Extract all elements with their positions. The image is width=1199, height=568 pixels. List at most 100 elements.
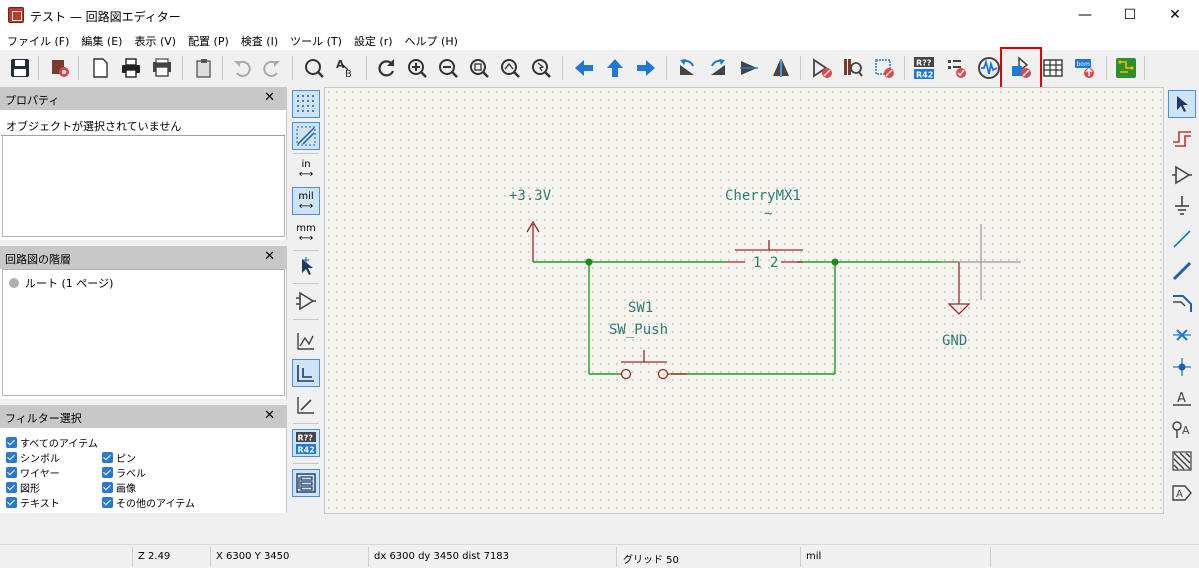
- add-no-connect-icon[interactable]: [1168, 321, 1196, 349]
- menu-help[interactable]: ヘルプ (H): [398, 30, 463, 50]
- add-bus-entry-icon[interactable]: [1168, 289, 1196, 317]
- schematic-canvas[interactable]: +3.3V CherryMX1 ~ 1 2 SW1 SW_Push GND: [324, 87, 1164, 514]
- symbol-library-browser-icon[interactable]: [839, 54, 867, 82]
- maximize-button[interactable]: ☐: [1107, 0, 1153, 30]
- properties-panel-title: プロパティ: [5, 94, 60, 107]
- properties-close-icon[interactable]: ✕: [264, 90, 275, 105]
- cherrymx1-symbol[interactable]: CherryMX1 ~ 1 2: [725, 188, 803, 271]
- select-tool-icon[interactable]: [1168, 90, 1196, 118]
- add-net-class-directive-icon[interactable]: A: [1168, 415, 1196, 443]
- rotate-ccw-icon[interactable]: [673, 54, 701, 82]
- hierarchy-navigator-icon[interactable]: [292, 469, 320, 497]
- save-icon[interactable]: [6, 54, 34, 82]
- filter-wires-checkbox[interactable]: ワイヤー: [6, 465, 60, 480]
- filter-all-items-checkbox[interactable]: すべてのアイテム: [6, 435, 98, 450]
- hierarchy-panel-title: 回路図の階層: [5, 253, 71, 266]
- hierarchy-close-icon[interactable]: ✕: [264, 249, 275, 264]
- grid-overrides-icon[interactable]: [292, 122, 320, 150]
- units-inches-button[interactable]: in ⟷: [292, 155, 320, 183]
- status-grid: グリッド 50: [623, 555, 679, 566]
- properties-empty-message: オブジェクトが選択されていません: [6, 120, 182, 133]
- add-label-icon[interactable]: A: [1168, 383, 1196, 411]
- add-hierarchical-label-icon[interactable]: A: [1168, 479, 1196, 507]
- redo-icon[interactable]: [258, 54, 286, 82]
- svg-text:R42: R42: [298, 446, 315, 455]
- svg-text:R??: R??: [298, 434, 314, 443]
- filter-symbols-checkbox[interactable]: シンボル: [6, 450, 60, 465]
- annotate-icon[interactable]: R?? R42: [910, 54, 938, 82]
- window-title: テスト — 回路図エディター: [30, 10, 181, 24]
- filter-graphics-checkbox[interactable]: 図形: [6, 480, 40, 495]
- zoom-out-icon[interactable]: [434, 54, 462, 82]
- gnd-symbol[interactable]: GND: [942, 262, 971, 349]
- add-wire-icon[interactable]: [1168, 225, 1196, 253]
- gnd-label: GND: [942, 333, 967, 349]
- add-symbol-icon[interactable]: [1168, 161, 1196, 189]
- add-junction-icon[interactable]: [1168, 353, 1196, 381]
- filter-images-checkbox[interactable]: 画像: [102, 480, 136, 495]
- add-bus-icon[interactable]: [1168, 257, 1196, 285]
- highlight-net-icon[interactable]: [1168, 123, 1196, 151]
- bom-export-icon[interactable]: bom: [1071, 54, 1099, 82]
- paste-icon[interactable]: [190, 54, 218, 82]
- simulator-icon[interactable]: [975, 54, 1003, 82]
- annotate-indicator-icon[interactable]: R?? R42: [292, 429, 320, 457]
- filter-text-checkbox[interactable]: テキスト: [6, 495, 60, 510]
- mirror-horizontal-icon[interactable]: [767, 54, 795, 82]
- properties-content: [2, 136, 285, 237]
- add-hierarchical-sheet-icon[interactable]: [1168, 447, 1196, 475]
- filter-other-items-checkbox[interactable]: その他のアイテム: [102, 495, 195, 510]
- zoom-fit-icon[interactable]: [465, 54, 493, 82]
- pcb-editor-icon[interactable]: [1112, 54, 1140, 82]
- filter-labels-checkbox[interactable]: ラベル: [102, 465, 146, 480]
- menu-place[interactable]: 配置 (P): [181, 30, 234, 50]
- zoom-tool-icon[interactable]: [527, 54, 555, 82]
- close-window-button[interactable]: ✕: [1152, 0, 1198, 30]
- find-replace-icon[interactable]: AB: [331, 54, 359, 82]
- menu-inspect[interactable]: 検査 (I): [234, 30, 283, 50]
- add-power-icon[interactable]: [1168, 191, 1196, 219]
- filter-pins-checkbox[interactable]: ピン: [102, 450, 136, 465]
- refresh-icon[interactable]: [372, 54, 400, 82]
- cursor-style-icon[interactable]: [292, 252, 320, 280]
- zoom-objects-icon[interactable]: [496, 54, 524, 82]
- menu-file[interactable]: ファイル (F): [0, 30, 74, 50]
- minimize-button[interactable]: —: [1062, 0, 1108, 30]
- menu-edit[interactable]: 編集 (E): [74, 30, 127, 50]
- schematic-setup-icon[interactable]: [46, 54, 74, 82]
- power-3v3-symbol[interactable]: +3.3V: [509, 188, 552, 262]
- zoom-in-icon[interactable]: [403, 54, 431, 82]
- sw1-symbol[interactable]: SW1 SW_Push: [609, 300, 687, 380]
- print-icon[interactable]: [117, 54, 145, 82]
- hidden-pins-icon[interactable]: [292, 287, 320, 315]
- filter-close-icon[interactable]: ✕: [264, 408, 275, 423]
- plot-icon[interactable]: [148, 54, 176, 82]
- navigate-up-icon[interactable]: [601, 54, 629, 82]
- undo-icon[interactable]: [228, 54, 256, 82]
- footprint-assign-icon[interactable]: [870, 54, 898, 82]
- line-45-degree-icon[interactable]: [292, 391, 320, 419]
- rotate-cw-icon[interactable]: [704, 54, 732, 82]
- find-icon[interactable]: [300, 54, 328, 82]
- units-mm-button[interactable]: mm ⟷: [292, 219, 320, 247]
- grid-dots-icon[interactable]: [292, 90, 320, 118]
- hierarchy-root-item[interactable]: ルート (1 ページ): [9, 275, 113, 291]
- menu-preferences[interactable]: 設定 (r): [347, 30, 398, 50]
- menu-view[interactable]: 表示 (V): [127, 30, 181, 50]
- navigate-back-icon[interactable]: [570, 54, 598, 82]
- line-any-angle-icon[interactable]: [292, 327, 320, 355]
- checkbox-icon: [6, 452, 17, 463]
- junction[interactable]: [585, 258, 593, 266]
- units-mils-button[interactable]: mil ⟷: [292, 187, 320, 215]
- menu-tools[interactable]: ツール (T): [283, 30, 347, 50]
- line-90-degree-icon[interactable]: [292, 359, 320, 387]
- selection-filter-panel: フィルター選択 ✕ すべてのアイテム シンボル ピン ワイヤー ラベル 図形 画…: [0, 405, 287, 513]
- new-page-icon[interactable]: [86, 54, 114, 82]
- title-bar: テスト — 回路図エディター — ☐ ✕: [0, 0, 1199, 30]
- symbol-editor-icon[interactable]: [808, 54, 836, 82]
- navigate-forward-icon[interactable]: [632, 54, 660, 82]
- junction[interactable]: [831, 258, 839, 266]
- bom-table-icon[interactable]: [1039, 54, 1067, 82]
- mirror-vertical-icon[interactable]: [735, 54, 763, 82]
- erc-icon[interactable]: [943, 54, 971, 82]
